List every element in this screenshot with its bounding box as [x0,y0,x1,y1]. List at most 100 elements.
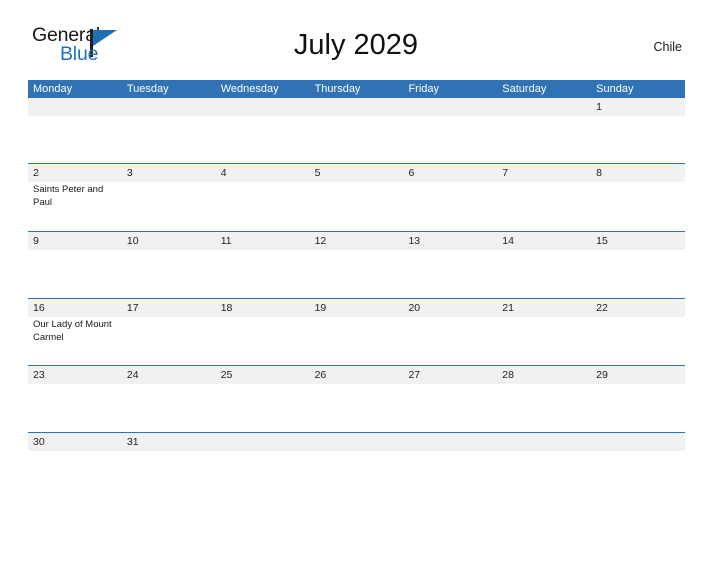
day-event-cell[interactable] [591,250,685,298]
day-event-cell[interactable] [28,250,122,298]
week-event-band: Saints Peter and Paul [28,182,685,231]
date-number-cell[interactable]: 20 [403,299,497,317]
date-number-cell[interactable]: 26 [310,366,404,384]
date-number-cell[interactable]: 23 [28,366,122,384]
date-number-cell[interactable]: 13 [403,232,497,250]
day-header-monday: Monday [33,83,73,95]
date-number-cell[interactable] [216,433,310,451]
day-event-cell[interactable] [216,384,310,432]
day-event-cell[interactable] [310,384,404,432]
date-number-cell[interactable]: 29 [591,366,685,384]
day-header-wednesday: Wednesday [220,83,279,95]
day-event-cell[interactable]: Saints Peter and Paul [28,182,122,231]
day-event-cell[interactable] [216,451,310,471]
day-event-cell[interactable] [122,116,216,163]
day-event-cell[interactable] [403,182,497,231]
date-number-cell[interactable]: 31 [122,433,216,451]
day-event-cell[interactable] [403,384,497,432]
date-number-cell[interactable]: 24 [122,366,216,384]
day-event-cell[interactable] [591,317,685,365]
date-number-cell[interactable]: 1 [591,98,685,116]
date-number-cell[interactable]: 8 [591,164,685,182]
day-event-cell[interactable] [216,250,310,298]
date-number-cell[interactable]: 11 [216,232,310,250]
date-number-cell[interactable]: 28 [497,366,591,384]
page-title: July 2029 [293,29,419,61]
day-event-cell[interactable] [122,451,216,471]
date-number-cell[interactable]: 6 [403,164,497,182]
calendar-week-row: 16 17 18 19 20 21 22 Our Lady of Mount C… [28,299,685,366]
day-event-cell[interactable] [497,384,591,432]
date-number-cell[interactable]: 12 [310,232,404,250]
date-number-cell[interactable] [28,98,122,116]
day-event-cell[interactable] [310,116,404,163]
date-number-cell[interactable]: 3 [122,164,216,182]
week-date-number-band: 2 3 4 5 6 7 8 [28,164,685,182]
day-event-cell[interactable] [28,116,122,163]
week-event-band [28,250,685,298]
date-number-cell[interactable] [310,98,404,116]
day-event-cell[interactable] [591,116,685,163]
date-number-cell[interactable] [497,433,591,451]
day-of-week-header-row: Monday Tuesday Wednesday Thursday Friday… [28,80,685,98]
date-number-cell[interactable]: 27 [403,366,497,384]
date-number-cell[interactable] [122,98,216,116]
day-event-cell[interactable] [310,451,404,471]
date-number-cell[interactable]: 5 [310,164,404,182]
day-event-cell[interactable] [403,250,497,298]
day-event-cell[interactable] [28,384,122,432]
day-event-cell[interactable]: Our Lady of Mount Carmel [28,317,122,365]
day-event-cell[interactable] [591,384,685,432]
date-number-cell[interactable]: 25 [216,366,310,384]
day-event-cell[interactable] [497,317,591,365]
day-event-cell[interactable] [28,451,122,471]
date-number-cell[interactable] [591,433,685,451]
date-number-cell[interactable] [216,98,310,116]
date-number-cell[interactable]: 22 [591,299,685,317]
day-event-cell[interactable] [122,317,216,365]
date-number-cell[interactable]: 9 [28,232,122,250]
week-date-number-band: 16 17 18 19 20 21 22 [28,299,685,317]
day-event-cell[interactable] [497,182,591,231]
day-event-cell[interactable] [403,116,497,163]
date-number-cell[interactable]: 10 [122,232,216,250]
date-number-cell[interactable]: 15 [591,232,685,250]
day-event-cell[interactable] [497,116,591,163]
day-event-cell[interactable] [310,250,404,298]
date-number-cell[interactable]: 7 [497,164,591,182]
day-event-cell[interactable] [122,182,216,231]
date-number-cell[interactable] [403,433,497,451]
day-event-cell[interactable] [310,317,404,365]
page-header: General Blue July 2029 Chile [28,22,684,74]
date-number-cell[interactable]: 14 [497,232,591,250]
date-number-cell[interactable]: 16 [28,299,122,317]
date-number-cell[interactable]: 21 [497,299,591,317]
calendar-page: General Blue July 2029 Chile Monday Tues… [0,22,712,572]
day-event-cell[interactable] [591,182,685,231]
date-number-cell[interactable]: 30 [28,433,122,451]
day-event-cell[interactable] [403,317,497,365]
day-header-tuesday: Tuesday [126,83,169,95]
week-date-number-band: 23 24 25 26 27 28 29 [28,366,685,384]
date-number-cell[interactable]: 2 [28,164,122,182]
day-event-cell[interactable] [497,451,591,471]
day-event-cell[interactable] [310,182,404,231]
day-event-cell[interactable] [216,317,310,365]
calendar-week-row: 23 24 25 26 27 28 29 [28,366,685,433]
date-number-cell[interactable] [403,98,497,116]
day-event-cell[interactable] [216,116,310,163]
calendar-week-row: 1 [28,98,685,164]
day-event-cell[interactable] [497,250,591,298]
day-event-cell[interactable] [403,451,497,471]
day-event-cell[interactable] [122,250,216,298]
day-event-cell[interactable] [591,451,685,471]
date-number-cell[interactable]: 19 [310,299,404,317]
day-event-cell[interactable] [122,384,216,432]
date-number-cell[interactable] [310,433,404,451]
week-event-band: Our Lady of Mount Carmel [28,317,685,365]
day-event-cell[interactable] [216,182,310,231]
date-number-cell[interactable]: 18 [216,299,310,317]
date-number-cell[interactable]: 17 [122,299,216,317]
date-number-cell[interactable] [497,98,591,116]
date-number-cell[interactable]: 4 [216,164,310,182]
